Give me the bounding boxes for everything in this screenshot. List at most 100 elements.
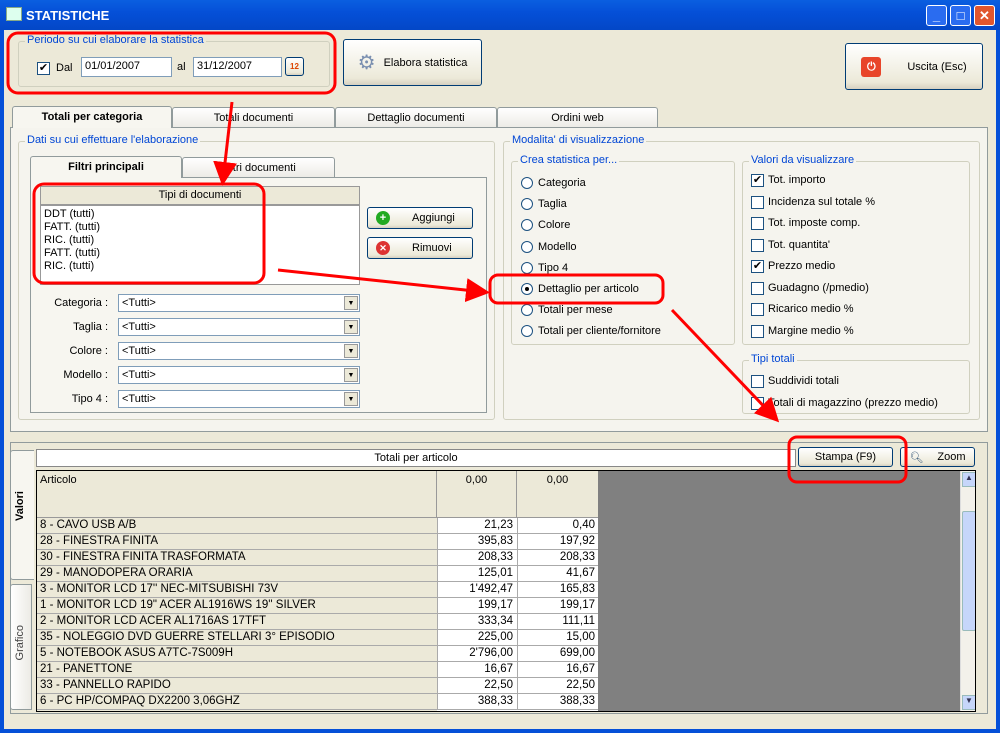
- tab-totali-per-categoria[interactable]: Totali per categoria: [12, 106, 172, 128]
- date-to-input[interactable]: 31/12/2007: [193, 57, 282, 77]
- cell-value-2: 22,50: [566, 679, 595, 691]
- cell-value-1: 2'796,00: [469, 647, 513, 659]
- rimuovi-label: Rimuovi: [412, 242, 452, 254]
- aggiungi-button[interactable]: + Aggiungi: [367, 207, 473, 229]
- elabora-statistica-button[interactable]: ⚙ Elabora statistica: [343, 39, 482, 86]
- uscita-button[interactable]: ⏻ Uscita (Esc): [845, 43, 983, 90]
- table-row[interactable]: 8 - CAVO USB A/B 21,23 0,40: [37, 518, 598, 534]
- filter-combo[interactable]: <Tutti> ▼: [118, 294, 360, 312]
- maximize-button[interactable]: □: [950, 5, 971, 26]
- cell-value-2: 41,67: [566, 567, 595, 579]
- grafico-label: Grafico: [14, 625, 26, 661]
- cell-value-1: 21,23: [484, 519, 513, 531]
- valori-label: Valori: [14, 491, 26, 521]
- filter-value: <Tutti>: [122, 321, 156, 333]
- chevron-down-icon[interactable]: ▼: [344, 392, 358, 406]
- list-item[interactable]: FATT. (tutti): [44, 247, 356, 260]
- dati-legend: Dati su cui effettuare l'elaborazione: [25, 134, 201, 146]
- tipi-documenti-list[interactable]: DDT (tutti) FATT. (tutti) RIC. (tutti) F…: [40, 205, 360, 285]
- plus-icon: +: [376, 211, 390, 225]
- table-row[interactable]: 2 - MONITOR LCD ACER AL1716AS 17TFT 333,3…: [37, 614, 598, 630]
- filter-label: Taglia :: [73, 321, 108, 333]
- date-from-input[interactable]: 01/01/2007: [81, 57, 172, 77]
- zoom-button[interactable]: 🔍︎ Zoom: [900, 447, 975, 467]
- radio-label: Totali per mese: [538, 304, 613, 317]
- results-grid[interactable]: Articolo 0,00 0,00 8 - CAVO USB A/B 21,23…: [36, 470, 976, 712]
- filter-value: <Tutti>: [122, 297, 156, 309]
- cell-value-1: 388,33: [477, 695, 513, 707]
- table-row[interactable]: 33 - PANNELLO RAPIDO 22,50 22,50: [37, 678, 598, 694]
- tipi-legend: Tipi totali: [749, 353, 797, 365]
- crea-legend: Crea statistica per...: [518, 154, 620, 166]
- close-button[interactable]: ✕: [974, 5, 995, 26]
- dal-checkbox[interactable]: ✔: [37, 62, 50, 75]
- al-label: al: [177, 61, 186, 73]
- chevron-down-icon[interactable]: ▼: [344, 368, 358, 382]
- period-legend: Periodo su cui elaborare la statistica: [25, 34, 206, 46]
- list-item[interactable]: RIC. (tutti): [44, 234, 356, 247]
- filter-combo[interactable]: <Tutti> ▼: [118, 390, 360, 408]
- filter-combo[interactable]: <Tutti> ▼: [118, 318, 360, 336]
- table-row[interactable]: 6 - PC HP/COMPAQ DX2200 3,06GHZ 388,33 388…: [37, 694, 598, 710]
- column-header-articolo[interactable]: Articolo: [37, 471, 437, 518]
- rimuovi-button[interactable]: ✕ Rimuovi: [367, 237, 473, 259]
- filter-label: Tipo 4 :: [71, 393, 108, 405]
- side-tab-valori[interactable]: Valori: [10, 450, 34, 580]
- chevron-down-icon[interactable]: ▼: [344, 296, 358, 310]
- table-row[interactable]: 21 - PANETTONE 16,67 16,67: [37, 662, 598, 678]
- cell-articolo: 3 - MONITOR LCD 17'' NEC-MITSUBISHI 73V: [40, 583, 279, 595]
- valori-group: Valori da visualizzare: [742, 154, 970, 345]
- minimize-button[interactable]: _: [926, 5, 947, 26]
- table-row[interactable]: 28 - FINESTRA FINITA 395,83 197,92: [37, 534, 598, 550]
- cell-value-1: 225,00: [477, 631, 513, 643]
- calendar-icon[interactable]: 12: [285, 57, 304, 76]
- cell-value-2: 165,83: [559, 583, 595, 595]
- filter-combo[interactable]: <Tutti> ▼: [118, 366, 360, 384]
- cell-articolo: 28 - FINESTRA FINITA: [40, 535, 158, 547]
- tab-totali-documenti[interactable]: Totali documenti: [172, 107, 335, 128]
- filter-value: <Tutti>: [122, 369, 156, 381]
- radio-label: Modello: [538, 240, 577, 253]
- column-header-value-2[interactable]: 0,00: [517, 471, 598, 518]
- window-title: STATISTICHE: [26, 8, 110, 23]
- cell-articolo: 21 - PANETTONE: [40, 663, 133, 675]
- subtab-filtri-documenti[interactable]: Filtri documenti: [182, 157, 335, 178]
- stampa-button[interactable]: Stampa (F9): [798, 447, 893, 467]
- cell-value-1: 1'492,47: [469, 583, 513, 595]
- vertical-scrollbar[interactable]: ▲ ▼: [960, 471, 975, 711]
- table-row[interactable]: 3 - MONITOR LCD 17'' NEC-MITSUBISHI 73V 1…: [37, 582, 598, 598]
- period-group: Periodo su cui elaborare la statistica ✔…: [18, 34, 330, 87]
- power-icon: ⏻: [861, 56, 882, 77]
- modalita-legend: Modalita' di visualizzazione: [510, 134, 647, 146]
- filter-label: Colore :: [69, 345, 108, 357]
- list-item[interactable]: DDT (tutti): [44, 208, 356, 221]
- tab-dettaglio-documenti[interactable]: Dettaglio documenti: [335, 107, 497, 128]
- dal-label: Dal: [56, 62, 73, 74]
- list-item[interactable]: FATT. (tutti): [44, 221, 356, 234]
- scroll-up-icon[interactable]: ▲: [962, 472, 975, 487]
- cell-articolo: 2 - MONITOR LCD ACER AL1716AS 17TFT: [40, 615, 267, 627]
- table-row[interactable]: 1 - MONITOR LCD 19" ACER AL1916WS 19'' S…: [37, 598, 598, 614]
- table-row[interactable]: 35 - NOLEGGIO DVD GUERRE STELLARI 3° EPI…: [37, 630, 598, 646]
- remove-icon: ✕: [376, 241, 390, 255]
- filter-combo[interactable]: <Tutti> ▼: [118, 342, 360, 360]
- table-row[interactable]: 30 - FINESTRA FINITA TRASFORMATA 208,33 20…: [37, 550, 598, 566]
- cell-articolo: 8 - CAVO USB A/B: [40, 519, 137, 531]
- column-header-value-1[interactable]: 0,00: [437, 471, 517, 518]
- cell-value-2: 388,33: [559, 695, 595, 707]
- table-row[interactable]: 29 - MANODOPERA ORARIA 125,01 41,67: [37, 566, 598, 582]
- tab-ordini-web[interactable]: Ordini web: [497, 107, 658, 128]
- cell-value-2: 197,92: [559, 535, 595, 547]
- scroll-thumb[interactable]: [962, 511, 975, 631]
- side-tab-grafico[interactable]: Grafico: [10, 584, 32, 710]
- checkbox-label: Suddividi totali: [768, 375, 839, 387]
- chevron-down-icon[interactable]: ▼: [344, 320, 358, 334]
- filter-value: <Tutti>: [122, 393, 156, 405]
- chevron-down-icon[interactable]: ▼: [344, 344, 358, 358]
- list-item[interactable]: RIC. (tutti): [44, 260, 356, 273]
- subtab-filtri-principali[interactable]: Filtri principali: [30, 156, 182, 178]
- radio-label: Tipo 4: [538, 261, 569, 274]
- scroll-down-icon[interactable]: ▼: [962, 695, 975, 710]
- checkbox-label: Margine medio %: [768, 324, 854, 337]
- table-row[interactable]: 5 - NOTEBOOK ASUS A7TC-7S009H 2'796,00 699…: [37, 646, 598, 662]
